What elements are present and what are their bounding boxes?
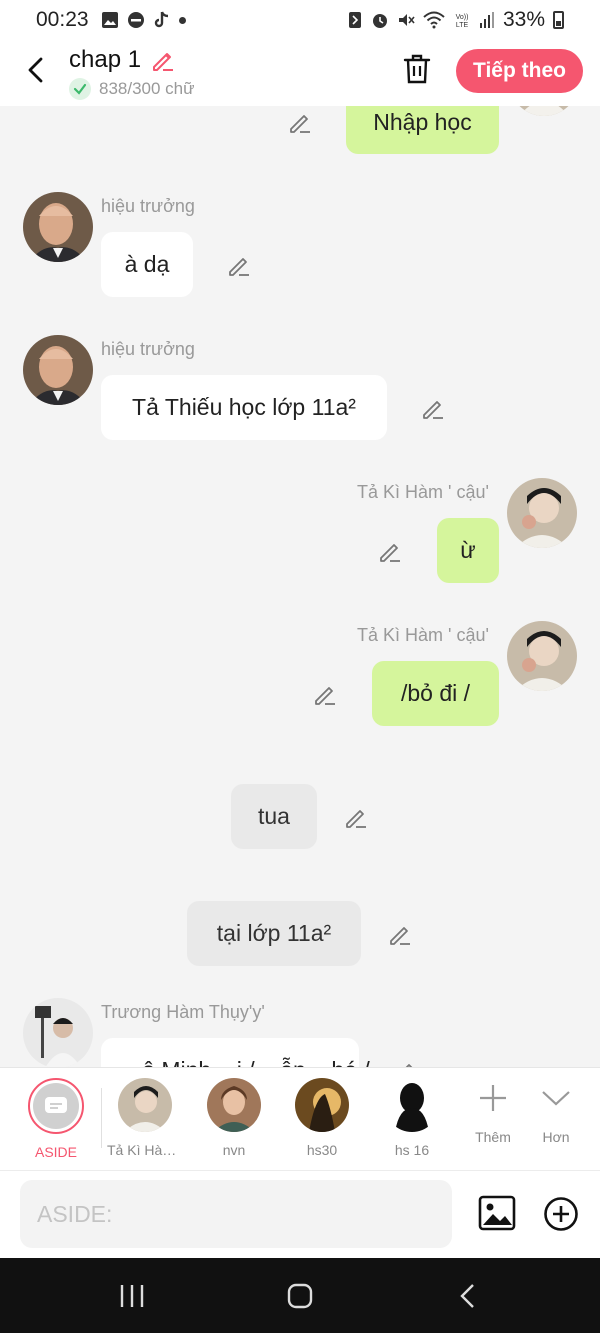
trash-icon[interactable]	[401, 52, 433, 86]
sender-name: hiệu trưởng	[101, 196, 195, 216]
edit-message-icon[interactable]	[392, 1058, 418, 1067]
character-name: hs30	[306, 1142, 338, 1158]
back-arrow-icon[interactable]	[20, 52, 50, 88]
edit-title-icon[interactable]	[150, 47, 176, 73]
battery-percent: 33%	[502, 8, 545, 31]
sender-name: hiệu trưởng	[101, 339, 195, 359]
dnd-icon	[127, 12, 144, 28]
aside-avatar	[28, 1078, 84, 1134]
status-right-icons: Vo)) LTE 33%	[347, 8, 564, 32]
avatar	[118, 1078, 172, 1132]
message-bubble[interactable]: ...ô Minh ...i / ...ẫn ...hé /	[101, 1038, 370, 1067]
divider	[101, 1088, 102, 1148]
input-bar	[0, 1170, 600, 1258]
chat-area[interactable]: Nhập học hiệu trưởng à dạ hiệu trưởng Tả…	[0, 106, 600, 1067]
more-label: Thêm	[475, 1129, 511, 1145]
avatar[interactable]	[507, 478, 577, 548]
edit-message-icon[interactable]	[343, 804, 369, 830]
battery-icon	[553, 11, 564, 29]
character-name: nvn	[222, 1142, 246, 1158]
svg-text:Vo)): Vo))	[456, 14, 469, 21]
character-bar: ASIDE Tả Kì Hàm... nvn hs30 hs 16 Thêm H…	[0, 1067, 600, 1170]
avatar	[207, 1078, 261, 1132]
more-characters-button[interactable]: Thêm	[463, 1082, 523, 1145]
avatar[interactable]	[23, 192, 93, 262]
chapter-title[interactable]: chap 1	[69, 46, 141, 74]
home-icon[interactable]	[286, 1282, 314, 1310]
edit-message-icon[interactable]	[377, 538, 403, 564]
status-left-icons	[101, 10, 186, 30]
nfc-icon	[348, 12, 361, 28]
character-ta-ki-ham[interactable]: Tả Kì Hàm...	[107, 1078, 183, 1158]
check-icon	[69, 78, 91, 100]
chapter-title-area: chap 1 838/300 chữ	[69, 46, 195, 100]
avatar[interactable]	[509, 106, 579, 116]
svg-text:LTE: LTE	[456, 22, 469, 29]
collapse-label: Hơn	[542, 1129, 570, 1145]
collapse-button[interactable]: Hơn	[526, 1082, 586, 1145]
edit-message-icon[interactable]	[387, 921, 413, 947]
wifi-icon	[423, 11, 445, 29]
add-circle-icon[interactable]	[543, 1196, 579, 1232]
avatar[interactable]	[23, 335, 93, 405]
narration-bubble[interactable]: tua	[231, 784, 317, 849]
avatar	[295, 1078, 349, 1132]
character-nvn[interactable]: nvn	[196, 1078, 272, 1158]
image-icon[interactable]	[478, 1195, 516, 1231]
chat-bubble-icon	[45, 1097, 67, 1113]
avatar[interactable]	[23, 998, 93, 1067]
word-count-row: 838/300 chữ	[69, 78, 195, 100]
status-bar: 00:23 Vo)) LTE 33%	[0, 0, 600, 40]
message-bubble[interactable]: ừ	[437, 518, 499, 583]
character-name: ASIDE	[34, 1144, 77, 1160]
character-hs16[interactable]: hs 16	[374, 1078, 450, 1158]
edit-message-icon[interactable]	[287, 109, 313, 135]
recent-apps-icon[interactable]	[118, 1282, 146, 1310]
narration-bubble[interactable]: tại lớp 11a²	[187, 901, 361, 966]
message-bubble[interactable]: Nhập học	[346, 106, 499, 154]
mute-icon	[398, 14, 415, 26]
message-input[interactable]	[20, 1180, 452, 1248]
sender-name: Tả Kì Hàm ' cậu'	[357, 625, 489, 645]
avatar	[385, 1078, 439, 1132]
sender-name: Tả Kì Hàm ' cậu'	[357, 482, 489, 502]
signal-icon	[479, 12, 494, 28]
system-nav-bar	[0, 1258, 600, 1333]
message-bubble[interactable]: Tả Thiếu học lớp 11a²	[101, 375, 387, 440]
character-hs30[interactable]: hs30	[284, 1078, 360, 1158]
next-button[interactable]: Tiếp theo	[456, 49, 583, 93]
tiktok-icon	[154, 11, 168, 28]
character-name: hs 16	[394, 1142, 430, 1158]
avatar[interactable]	[507, 621, 577, 691]
message-bubble[interactable]: à dạ	[101, 232, 193, 297]
gallery-icon	[101, 12, 118, 28]
character-aside[interactable]: ASIDE	[18, 1078, 94, 1160]
notification-dot	[178, 16, 186, 24]
plus-icon	[480, 1085, 506, 1111]
edit-message-icon[interactable]	[312, 681, 338, 707]
back-nav-icon[interactable]	[456, 1282, 478, 1310]
character-name: Tả Kì Hàm...	[107, 1142, 183, 1158]
volte-icon: Vo))LTE	[456, 14, 469, 29]
message-bubble[interactable]: /bỏ đi /	[372, 661, 499, 726]
word-count: 838/300 chữ	[99, 79, 195, 98]
sender-name: Trương Hàm Thụy'y'	[101, 1002, 265, 1022]
alarm-icon	[372, 14, 387, 28]
editor-header: chap 1 838/300 chữ Tiếp theo	[0, 40, 600, 106]
edit-message-icon[interactable]	[420, 395, 446, 421]
status-time: 00:23	[36, 8, 89, 31]
chevron-down-icon	[542, 1091, 570, 1106]
edit-message-icon[interactable]	[226, 252, 252, 278]
